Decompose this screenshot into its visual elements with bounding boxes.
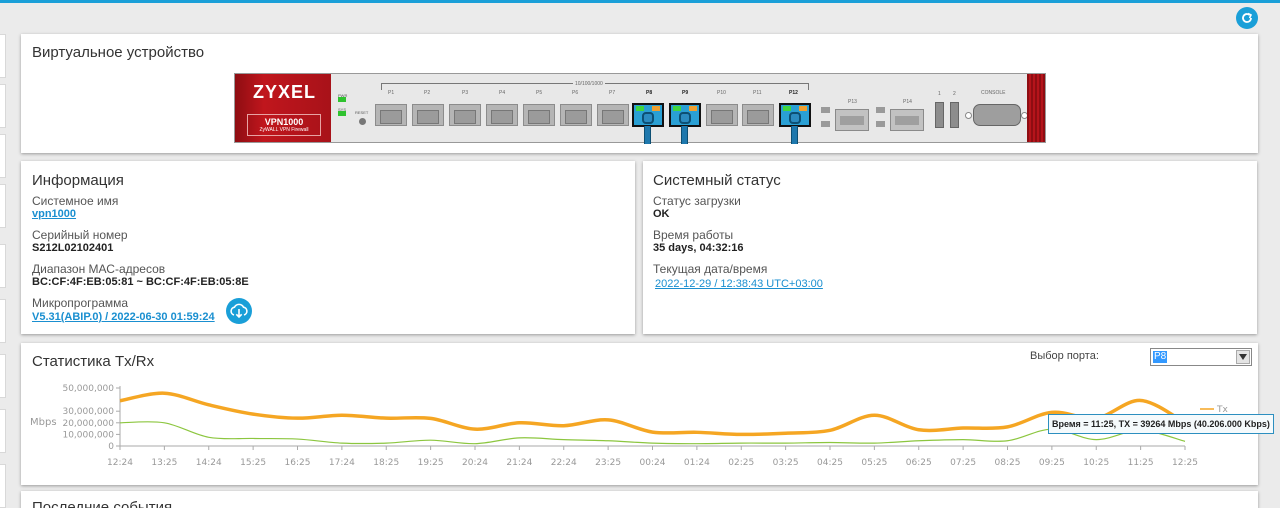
refresh-button[interactable]: [1236, 7, 1258, 29]
ethernet-port-p11[interactable]: [742, 104, 774, 126]
port-label: P4: [499, 90, 506, 96]
port-label: P12: [789, 90, 798, 96]
sfp-port-label: P13: [848, 99, 857, 105]
port-label: P9: [682, 90, 689, 96]
uptime-label: Время работы: [653, 228, 734, 242]
port-select-label: Выбор порта:: [1030, 350, 1099, 362]
model-box: VPN1000 ZyWALL VPN Firewall: [247, 114, 321, 136]
port-label: P5: [536, 90, 543, 96]
panel-title: Статистика Tx/Rx: [32, 353, 155, 370]
datetime-link[interactable]: 2022-12-29 / 12:38:43 UTC+03:00: [655, 278, 823, 290]
port-select[interactable]: P8: [1150, 348, 1252, 366]
ethernet-port-p4[interactable]: [486, 104, 518, 126]
ethernet-port-p7[interactable]: [597, 104, 629, 126]
mac-value: BC:CF:4F:EB:05:81 ~ BC:CF:4F:EB:05:8E: [32, 276, 249, 288]
system-name-label: Системное имя: [32, 194, 119, 208]
port-select-value: P8: [1153, 351, 1168, 363]
network-cable: [681, 126, 688, 144]
ethernet-port-p5[interactable]: [523, 104, 555, 126]
port-label: P11: [753, 90, 762, 96]
sidebar-tab[interactable]: [0, 354, 6, 398]
chevron-down-icon[interactable]: [1236, 350, 1250, 364]
system-status-panel: Системный статус Статус загрузки OK Врем…: [643, 161, 1257, 334]
port-label: P1: [388, 90, 395, 96]
ethernet-port-p1[interactable]: [375, 104, 407, 126]
boot-status-label: Статус загрузки: [653, 194, 741, 208]
sfp-led: [876, 121, 885, 127]
network-cable: [644, 126, 651, 144]
device-front-panel: ZYXEL VPN1000 ZyWALL VPN Firewall PWR SY…: [234, 73, 1046, 144]
port-label: P3: [462, 90, 469, 96]
cloud-download-icon: [230, 303, 248, 319]
device-model: VPN1000: [264, 117, 304, 127]
sidebar-tab[interactable]: [0, 409, 6, 453]
usb-port-1[interactable]: [935, 102, 944, 128]
zyxel-logo: ZYXEL: [253, 82, 317, 102]
left-sidebar-strip: [0, 34, 8, 508]
info-panel: Информация Системное имя vpn1000 Серийны…: [21, 161, 635, 334]
boot-status-value: OK: [653, 208, 670, 220]
firmware-update-button[interactable]: [226, 298, 252, 324]
sidebar-tab[interactable]: [0, 464, 6, 508]
ethernet-port-p6[interactable]: [560, 104, 592, 126]
ethernet-port-p8-connected[interactable]: [632, 103, 664, 127]
ethernet-port-p12-connected[interactable]: [779, 103, 811, 127]
sfp-port-p14[interactable]: [890, 109, 924, 131]
network-cable: [791, 126, 798, 144]
recent-events-panel: Последние события: [21, 491, 1258, 508]
serial-value: S212L02102401: [32, 242, 114, 254]
device-vent: [1027, 74, 1045, 142]
panel-title: Системный статус: [653, 172, 781, 189]
device-brand-block: ZYXEL VPN1000 ZyWALL VPN Firewall: [235, 74, 331, 142]
sfp-led: [821, 107, 830, 113]
port-label: P7: [609, 90, 616, 96]
usb-label: 2: [953, 91, 956, 97]
sfp-port-label: P14: [903, 99, 912, 105]
panel-title: Последние события: [32, 499, 173, 508]
firmware-label: Микропрограмма: [32, 296, 129, 310]
port-label: P2: [424, 90, 431, 96]
panel-title: Информация: [32, 172, 124, 189]
port-label: P6: [572, 90, 579, 96]
reset-button[interactable]: [359, 118, 366, 125]
sidebar-tab[interactable]: [0, 184, 6, 228]
usb-port-2[interactable]: [950, 102, 959, 128]
sidebar-tab[interactable]: [0, 84, 6, 128]
ethernet-port-p9-connected[interactable]: [669, 103, 701, 127]
sfp-led: [821, 121, 830, 127]
sidebar-tab[interactable]: [0, 134, 6, 178]
ethernet-port-p10[interactable]: [706, 104, 738, 126]
sfp-led: [876, 107, 885, 113]
mac-label: Диапазон МАС-адресов: [32, 262, 166, 276]
top-accent-bar: [0, 0, 1280, 3]
sfp-port-p13[interactable]: [835, 109, 869, 131]
panel-title: Виртуальное устройство: [32, 44, 205, 61]
uptime-value: 35 days, 04:32:16: [653, 242, 744, 254]
chart-tooltip: Время = 11:25, TX = 39264 Mbps (40.206.0…: [1048, 414, 1274, 434]
pwr-led-label: PWR: [338, 93, 348, 98]
usb-label: 1: [938, 91, 941, 97]
refresh-icon: [1242, 12, 1253, 23]
device-model-sub: ZyWALL VPN Firewall: [259, 127, 309, 133]
sys-led-label: SYS: [338, 107, 347, 112]
reset-label: RESET: [355, 110, 369, 115]
datetime-label: Текущая дата/время: [653, 262, 768, 276]
ethernet-port-p2[interactable]: [412, 104, 444, 126]
console-indicator: [965, 112, 972, 119]
console-label: CONSOLE: [981, 90, 1006, 96]
port-group-label: 10/100/1000: [573, 81, 605, 87]
sidebar-tab[interactable]: [0, 34, 6, 78]
system-name-link[interactable]: vpn1000: [32, 208, 76, 220]
port-label: P8: [646, 90, 653, 96]
sidebar-tab[interactable]: [0, 244, 6, 288]
firmware-link[interactable]: V5.31(ABIP.0) / 2022-06-30 01:59:24: [32, 311, 215, 323]
sidebar-tab[interactable]: [0, 299, 6, 343]
ethernet-port-p3[interactable]: [449, 104, 481, 126]
serial-label: Серийный номер: [32, 228, 128, 242]
port-label: P10: [717, 90, 726, 96]
console-port[interactable]: [973, 104, 1021, 126]
